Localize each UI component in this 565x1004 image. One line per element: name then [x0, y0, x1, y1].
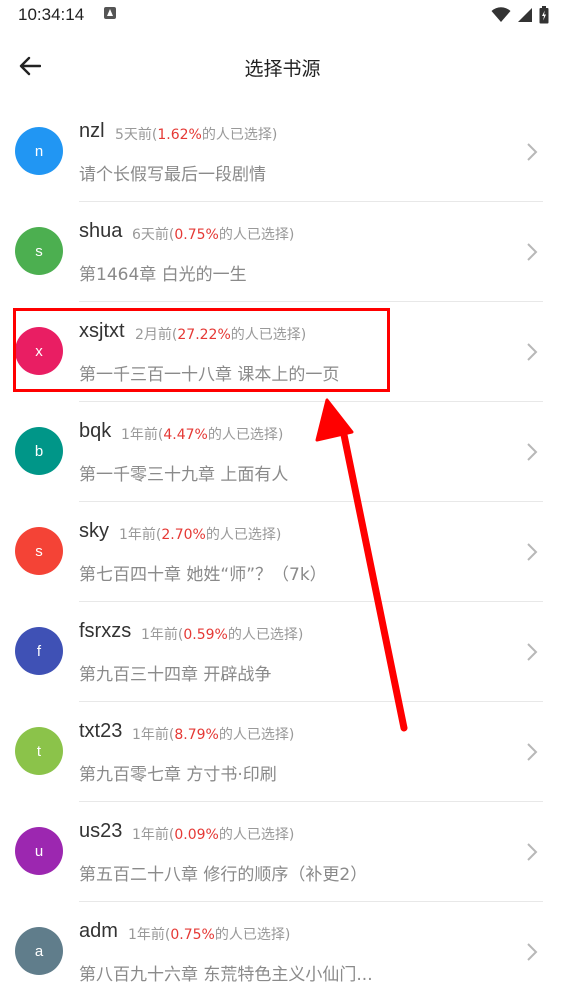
chevron-right-icon [527, 543, 538, 561]
selection-suffix: 的人已选择) [227, 627, 304, 643]
latest-chapter: 第五百二十八章 修行的顺序（补更2） [79, 865, 368, 885]
chevron-right-icon [527, 943, 538, 961]
latest-chapter: 第八百九十六章 东荒特色主义小仙门... [79, 965, 373, 985]
toolbar: 选择书源 [0, 32, 565, 102]
latest-chapter: 请个长假写最后一段剧情 [79, 165, 266, 185]
chevron-right-icon [527, 743, 538, 761]
page-title: 选择书源 [244, 58, 321, 80]
source-row-shua[interactable]: s shua 6天前(0.75%的人已选择) 第1464章 白光的一生 [0, 202, 565, 302]
update-time: 1年前( [132, 727, 175, 743]
source-row-adm[interactable]: a adm 1年前(0.75%的人已选择) 第八百九十六章 东荒特色主义小仙门... [0, 902, 565, 1002]
avatar: b [15, 427, 63, 475]
chevron-right-icon [527, 343, 538, 361]
selection-suffix: 的人已选择) [218, 227, 295, 243]
chevron-right-icon [527, 643, 538, 661]
update-time: 6天前( [132, 227, 175, 243]
avatar: s [15, 527, 63, 575]
source-meta: 1年前(4.47%的人已选择) [121, 424, 283, 444]
update-time: 1年前( [128, 927, 171, 943]
selection-percent: 4.47% [163, 427, 208, 443]
selection-percent: 0.75% [170, 927, 215, 943]
selection-percent: 8.79% [174, 727, 219, 743]
avatar: a [15, 927, 63, 975]
latest-chapter: 第九百零七章 方寸书·印刷 [79, 765, 277, 785]
update-time: 1年前( [132, 827, 175, 843]
avatar: u [15, 827, 63, 875]
source-row-nzl[interactable]: n nzl 5天前(1.62%的人已选择) 请个长假写最后一段剧情 [0, 102, 565, 202]
selection-percent: 1.62% [157, 127, 202, 143]
latest-chapter: 第七百四十章 她姓“师”？（7k） [79, 565, 327, 585]
source-name: adm [79, 920, 118, 942]
source-meta: 6天前(0.75%的人已选择) [132, 224, 294, 244]
source-row-xsjtxt[interactable]: x xsjtxt 2月前(27.22%的人已选择) 第一千三百一十八章 课本上的一页 [0, 302, 565, 402]
selection-percent: 27.22% [177, 327, 231, 343]
battery-icon [539, 6, 549, 24]
selection-suffix: 的人已选择) [201, 127, 278, 143]
selection-percent: 0.59% [183, 627, 228, 643]
source-name: txt23 [79, 720, 123, 742]
source-list: n nzl 5天前(1.62%的人已选择) 请个长假写最后一段剧情 s shua 6天前(0… [0, 102, 565, 1002]
selection-suffix: 的人已选择) [218, 827, 295, 843]
selection-suffix: 的人已选择) [230, 327, 307, 343]
update-time: 2月前( [135, 327, 178, 343]
avatar: t [15, 727, 63, 775]
avatar: x [15, 327, 63, 375]
status-time: 10:34:14 [18, 5, 85, 24]
source-meta: 1年前(2.70%的人已选择) [119, 524, 281, 544]
source-row-us23[interactable]: u us23 1年前(0.09%的人已选择) 第五百二十八章 修行的顺序（补更2） [0, 802, 565, 902]
source-name: xsjtxt [79, 320, 125, 342]
latest-chapter: 第1464章 白光的一生 [79, 265, 247, 285]
source-row-bqk[interactable]: b bqk 1年前(4.47%的人已选择) 第一千零三十九章 上面有人 [0, 402, 565, 502]
selection-percent: 0.09% [174, 827, 219, 843]
selection-suffix: 的人已选择) [207, 427, 284, 443]
source-name: nzl [79, 120, 105, 142]
chevron-right-icon [527, 443, 538, 461]
source-row-sky[interactable]: s sky 1年前(2.70%的人已选择) 第七百四十章 她姓“师”？（7k） [0, 502, 565, 602]
avatar: f [15, 627, 63, 675]
selection-percent: 2.70% [161, 527, 206, 543]
source-meta: 1年前(0.09%的人已选择) [132, 824, 294, 844]
source-row-fsrxzs[interactable]: f fsrxzs 1年前(0.59%的人已选择) 第九百三十四章 开辟战争 [0, 602, 565, 702]
update-time: 1年前( [141, 627, 184, 643]
chevron-right-icon [527, 143, 538, 161]
source-meta: 2月前(27.22%的人已选择) [135, 324, 306, 344]
notification-icon [104, 7, 116, 19]
avatar: n [15, 127, 63, 175]
latest-chapter: 第九百三十四章 开辟战争 [79, 665, 272, 685]
selection-suffix: 的人已选择) [214, 927, 291, 943]
source-name: shua [79, 220, 123, 242]
selection-suffix: 的人已选择) [205, 527, 282, 543]
signal-icon [518, 8, 532, 22]
latest-chapter: 第一千三百一十八章 课本上的一页 [79, 365, 340, 385]
selection-percent: 0.75% [174, 227, 219, 243]
update-time: 1年前( [121, 427, 164, 443]
selection-suffix: 的人已选择) [218, 727, 295, 743]
source-name: bqk [79, 420, 112, 442]
update-time: 1年前( [119, 527, 162, 543]
latest-chapter: 第一千零三十九章 上面有人 [79, 465, 289, 485]
source-name: sky [79, 520, 109, 542]
source-meta: 1年前(0.59%的人已选择) [141, 624, 303, 644]
update-time: 5天前( [115, 127, 158, 143]
chevron-right-icon [527, 843, 538, 861]
source-name: us23 [79, 820, 123, 842]
chevron-right-icon [527, 243, 538, 261]
source-name: fsrxzs [79, 620, 132, 642]
avatar: s [15, 227, 63, 275]
source-meta: 1年前(0.75%的人已选择) [128, 924, 290, 944]
source-meta: 1年前(8.79%的人已选择) [132, 724, 294, 744]
status-icons [491, 4, 549, 26]
source-row-txt23[interactable]: t txt23 1年前(8.79%的人已选择) 第九百零七章 方寸书·印刷 [0, 702, 565, 802]
status-bar: 10:34:14 [0, 0, 565, 32]
wifi-icon [491, 7, 511, 22]
source-meta: 5天前(1.62%的人已选择) [115, 124, 277, 144]
